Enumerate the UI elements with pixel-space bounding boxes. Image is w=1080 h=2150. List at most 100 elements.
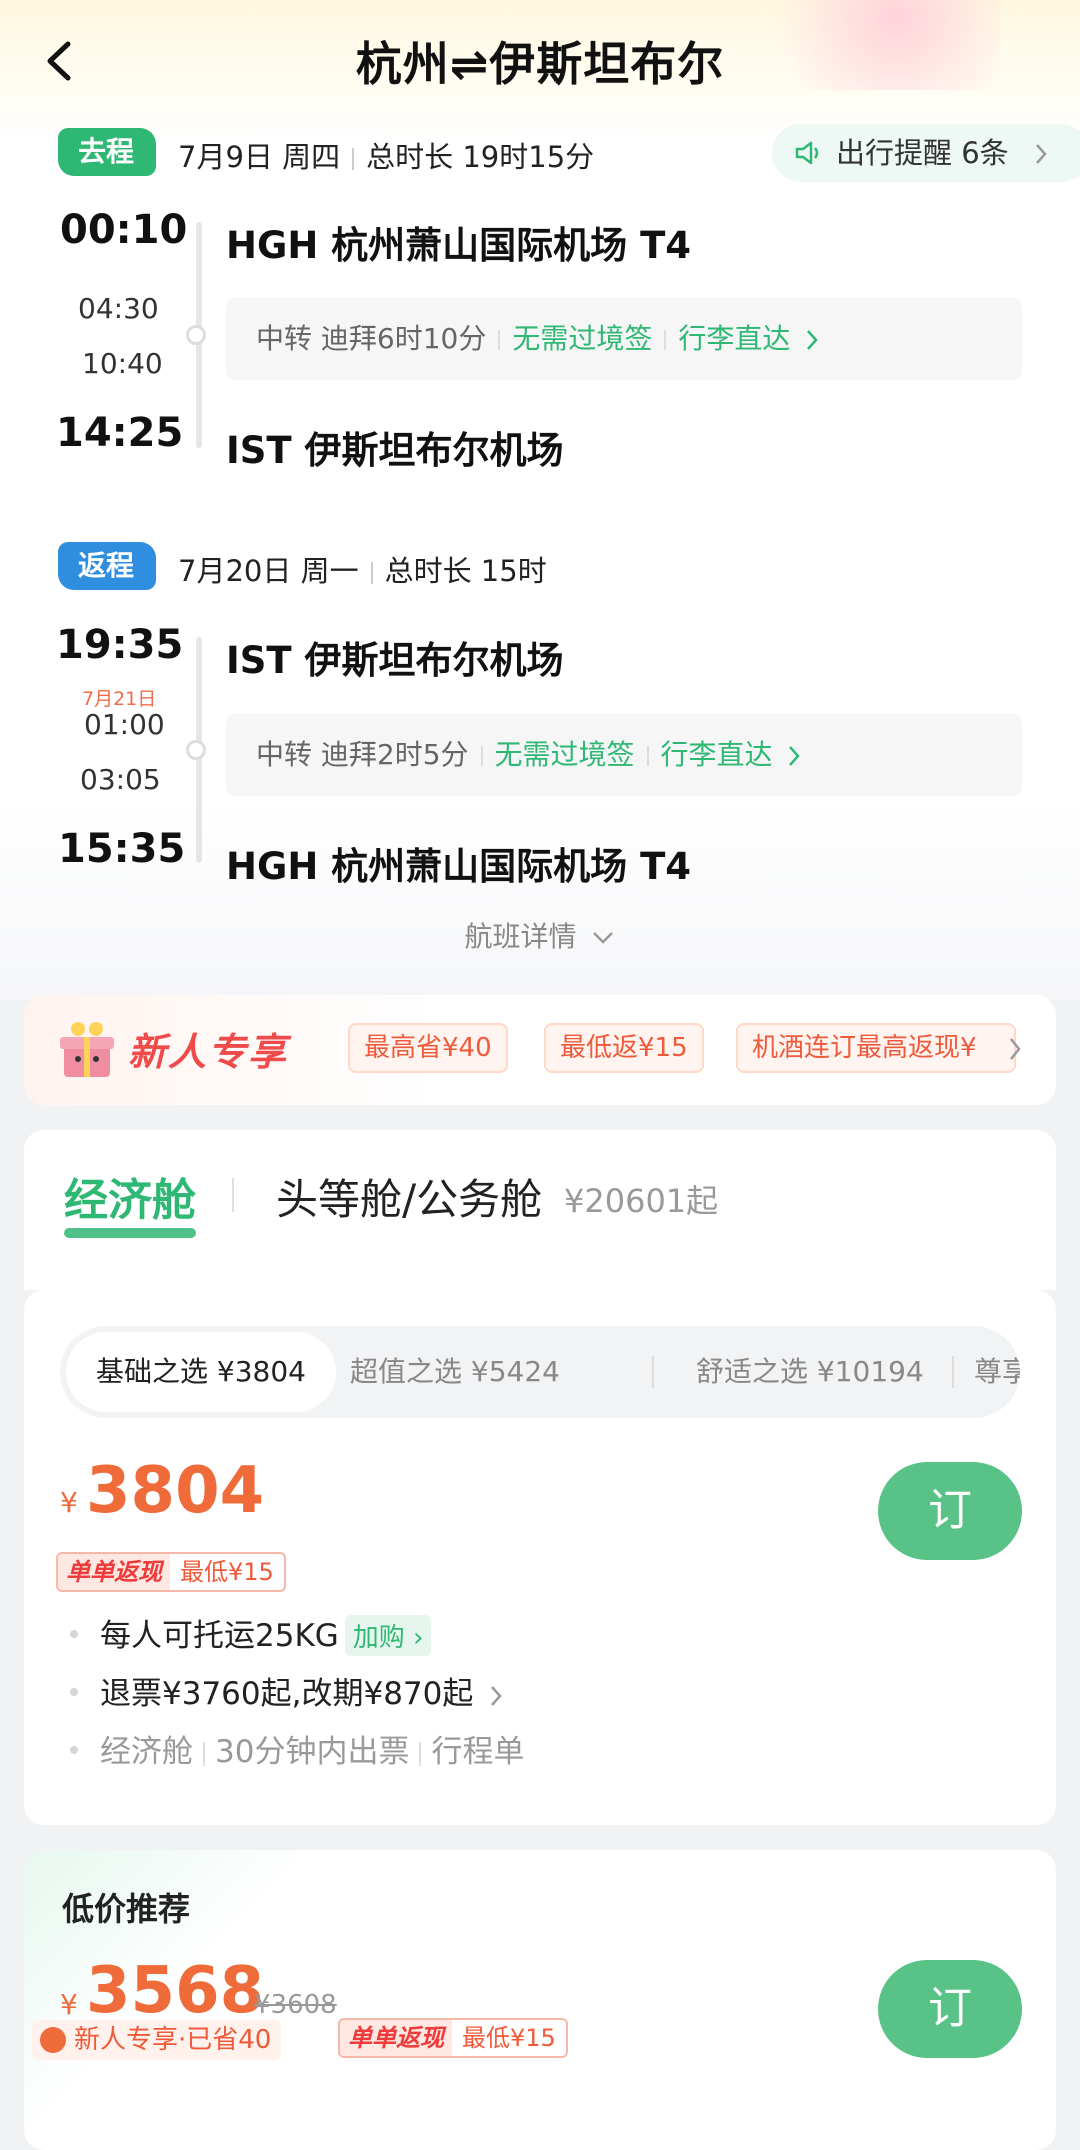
promo-pill: 机酒连订最高返现¥ — [736, 1023, 1016, 1073]
return-duration: 总时长 15时 — [384, 554, 547, 588]
chevron-right-icon — [789, 746, 801, 766]
outbound-date: 7月9日 周四 — [178, 140, 341, 174]
return-stop-dep: 03:05 — [80, 763, 161, 796]
add-baggage-button[interactable]: 加购 › — [344, 1615, 432, 1656]
cashback-text: 最低¥15 — [180, 1558, 274, 1586]
baggage-allowance: 每人可托运25KG 加购 › — [100, 1610, 432, 1656]
cashback-tag: 单单返现 — [340, 2020, 452, 2056]
fare-card: 基础之选 ¥3804 超值之选 ¥5424 舒适之选 ¥10194 尊享 ¥ 3… — [24, 1290, 1056, 1825]
divider — [646, 746, 649, 766]
divider — [370, 562, 373, 584]
low-price-title: 低价推荐 — [62, 1890, 191, 1928]
outbound-arr-time: 14:25 — [56, 410, 184, 456]
timeline-node — [186, 325, 206, 345]
return-stop-arr: 01:00 — [84, 708, 165, 741]
cashback-text: 最低¥15 — [462, 2024, 556, 2052]
chevron-right-icon — [1036, 144, 1047, 164]
return-transfer-info[interactable]: 中转 迪拜2时5分 无需过境签 行李直达 — [226, 714, 1022, 796]
new-user-promo-banner[interactable]: 新人专享 最高省¥40 最低返¥15 机酒连订最高返现¥ — [24, 995, 1056, 1105]
visa-info: 无需过境签 — [494, 738, 635, 771]
chevron-right-icon — [1010, 1038, 1021, 1060]
outbound-meta: 7月9日 周四 总时长 19时15分 — [178, 134, 594, 176]
reminder-text: 出行提醒 6条 — [836, 136, 1009, 170]
timeline-node — [186, 740, 206, 760]
outbound-duration: 总时长 19时15分 — [366, 140, 595, 174]
baggage-info: 行李直达 — [678, 322, 791, 355]
chevron-right-icon — [491, 1685, 502, 1706]
tab-economy[interactable]: 经济舱 — [64, 1164, 196, 1228]
saved-text: 新人专享·已省40 — [74, 2025, 272, 2055]
transfer-label: 中转 迪拜2时5分 — [256, 738, 469, 771]
chevron-right-icon — [807, 330, 818, 350]
next-day-label: 7月21日 — [82, 688, 157, 710]
header: 杭州⇌伊斯坦布尔 — [0, 0, 1080, 120]
chevron-down-icon — [593, 932, 614, 944]
divider — [664, 330, 667, 350]
currency-symbol: ¥ — [60, 1486, 78, 1519]
first-business-price: ¥20601起 — [564, 1182, 719, 1220]
fare-tab-premium[interactable]: 尊享 — [974, 1326, 1020, 1418]
bullet — [70, 1630, 78, 1638]
flight-details-link[interactable]: 航班详情 — [0, 915, 1080, 955]
travel-reminder-button[interactable]: 出行提醒 6条 — [772, 124, 1080, 182]
book-button[interactable]: 订 — [878, 1960, 1022, 2058]
original-price: ¥3608 — [254, 1990, 337, 2020]
bullet — [70, 1746, 78, 1754]
currency-symbol: ¥ — [60, 1988, 78, 2021]
return-date: 7月20日 周一 — [178, 554, 359, 588]
outbound-stop-arr: 04:30 — [78, 292, 159, 325]
return-meta: 7月20日 周一 总时长 15时 — [178, 548, 547, 590]
divider — [480, 746, 483, 766]
fare-tags: 经济舱 30分钟内出票 行程单 — [100, 1726, 524, 1771]
outbound-transfer-info[interactable]: 中转 迪拜6时10分 无需过境签 行李直达 — [226, 298, 1022, 380]
cashback-badge[interactable]: 单单返现 最低¥15 — [338, 2018, 568, 2058]
return-arr-time: 15:35 — [58, 826, 186, 872]
fare-tab-basic[interactable]: 基础之选 ¥3804 — [66, 1332, 336, 1412]
baggage-text: 每人可托运25KG — [100, 1618, 339, 1654]
tab-first-business[interactable]: 头等舱/公务舱 — [276, 1166, 542, 1227]
fare-tab-comfort[interactable]: 舒适之选 ¥10194 — [696, 1326, 924, 1418]
promo-title: 新人专享 — [128, 1030, 289, 1074]
promo-pill: 最低返¥15 — [544, 1023, 704, 1073]
transfer-label: 中转 迪拜6时10分 — [256, 322, 487, 355]
gift-box-icon — [60, 1022, 114, 1077]
visa-info: 无需过境签 — [512, 322, 653, 355]
divider — [952, 1356, 954, 1388]
ticketing-time: 30分钟内出票 — [215, 1734, 410, 1770]
cashback-badge[interactable]: 单单返现 最低¥15 — [56, 1552, 286, 1592]
low-price-card: 低价推荐 ¥ 3568 ¥3608 订 单单返现 最低¥15 — [24, 1850, 1056, 2150]
refund-policy[interactable]: 退票¥3760起,改期¥870起 — [100, 1668, 503, 1713]
book-button[interactable]: 订 — [878, 1462, 1022, 1560]
flight-details-label: 航班详情 — [464, 920, 577, 953]
return-dep-airport: IST 伊斯坦布尔机场 — [226, 639, 564, 682]
saved-icon — [40, 2027, 66, 2053]
cashback-tag: 单单返现 — [58, 1554, 170, 1590]
bullet — [70, 1688, 78, 1696]
cabin-tabs: 经济舱 头等舱/公务舱 ¥20601起 — [24, 1130, 1056, 1290]
return-tag: 返程 — [58, 542, 157, 590]
divider — [498, 330, 501, 350]
divider — [352, 148, 355, 170]
divider — [419, 1741, 422, 1766]
outbound-dep-airport: HGH 杭州萧山国际机场 T4 — [226, 224, 692, 267]
divider — [203, 1741, 205, 1766]
promo-pill: 最高省¥40 — [348, 1023, 508, 1073]
outbound-arr-airport: IST 伊斯坦布尔机场 — [226, 429, 564, 472]
divider — [652, 1356, 654, 1388]
itinerary-doc: 行程单 — [431, 1734, 525, 1770]
return-arr-airport: HGH 杭州萧山国际机场 T4 — [226, 845, 692, 888]
outbound-tag: 去程 — [58, 128, 157, 176]
add-baggage-label: 加购 — [352, 1623, 405, 1653]
low-price: 3568 — [86, 1954, 265, 2028]
outbound-dep-time: 00:10 — [60, 207, 188, 253]
fare-tab-value[interactable]: 超值之选 ¥5424 — [350, 1326, 560, 1418]
tab-underline — [64, 1228, 196, 1238]
refund-text: 退票¥3760起,改期¥870起 — [100, 1676, 474, 1712]
outbound-stop-dep: 10:40 — [82, 347, 163, 380]
page-title: 杭州⇌伊斯坦布尔 — [355, 37, 725, 91]
new-user-saved-badge: 新人专享·已省40 — [32, 2020, 282, 2060]
baggage-info: 行李直达 — [660, 738, 773, 771]
fare-price: 3804 — [86, 1454, 265, 1528]
return-dep-time: 19:35 — [56, 622, 184, 668]
fare-tabs: 基础之选 ¥3804 超值之选 ¥5424 舒适之选 ¥10194 尊享 — [60, 1326, 1020, 1418]
